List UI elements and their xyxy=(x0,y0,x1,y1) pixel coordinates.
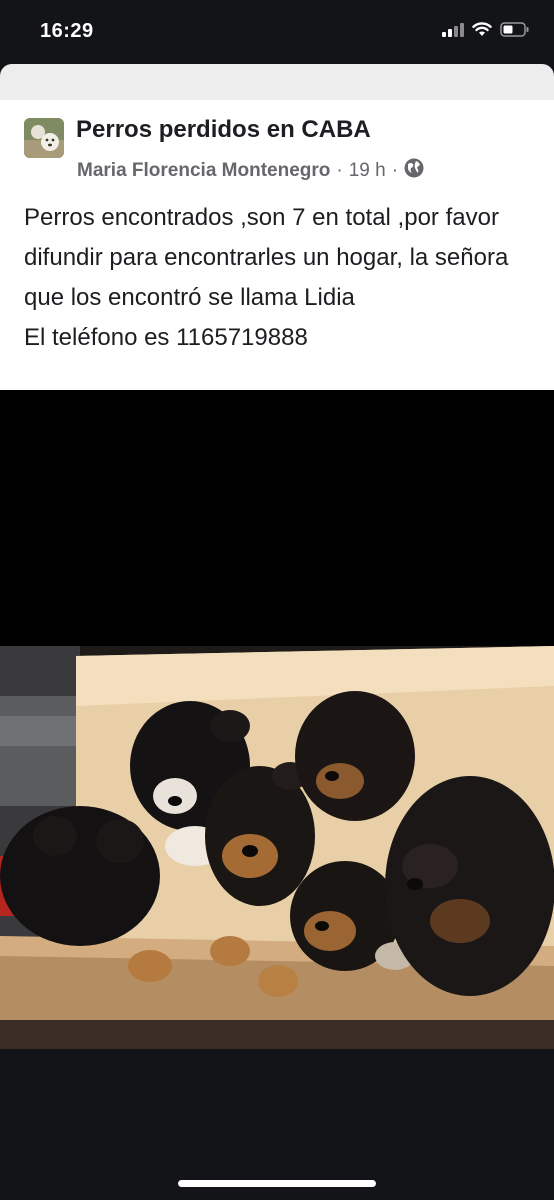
status-icons xyxy=(442,22,530,42)
globe-icon xyxy=(404,158,424,184)
status-time: 16:29 xyxy=(40,20,94,42)
card-bottom-strip xyxy=(0,1020,554,1049)
post-card: Perros perdidos en CABA Maria Florencia … xyxy=(0,64,554,1049)
author-name-link[interactable]: Maria Florencia Montenegro xyxy=(77,160,330,182)
status-bar: 16:29 xyxy=(0,0,554,64)
post-text: Perros encontrados ,son 7 en total ,por … xyxy=(24,204,509,351)
puppies-photo-illustration xyxy=(0,646,554,1020)
wifi-icon xyxy=(472,22,492,42)
meta-separator: · xyxy=(336,160,343,181)
phone-screen: 16:29 Perros perdidos en CABA Maria Flor… xyxy=(0,0,554,1200)
post-photo[interactable] xyxy=(0,646,554,1020)
post-meta: Maria Florencia Montenegro · 19 h · xyxy=(77,158,424,184)
battery-icon xyxy=(500,22,530,42)
meta-separator: · xyxy=(391,160,399,181)
group-name-link[interactable]: Perros perdidos en CABA xyxy=(76,116,371,144)
home-indicator[interactable] xyxy=(178,1180,376,1187)
cellular-signal-icon xyxy=(442,22,464,42)
post-body: Perros perdidos en CABA Maria Florencia … xyxy=(0,100,554,390)
post-time[interactable]: 19 h xyxy=(349,160,386,182)
photo-letterbox-top xyxy=(0,390,554,646)
card-top-strip xyxy=(0,64,554,100)
group-avatar[interactable] xyxy=(24,118,64,158)
